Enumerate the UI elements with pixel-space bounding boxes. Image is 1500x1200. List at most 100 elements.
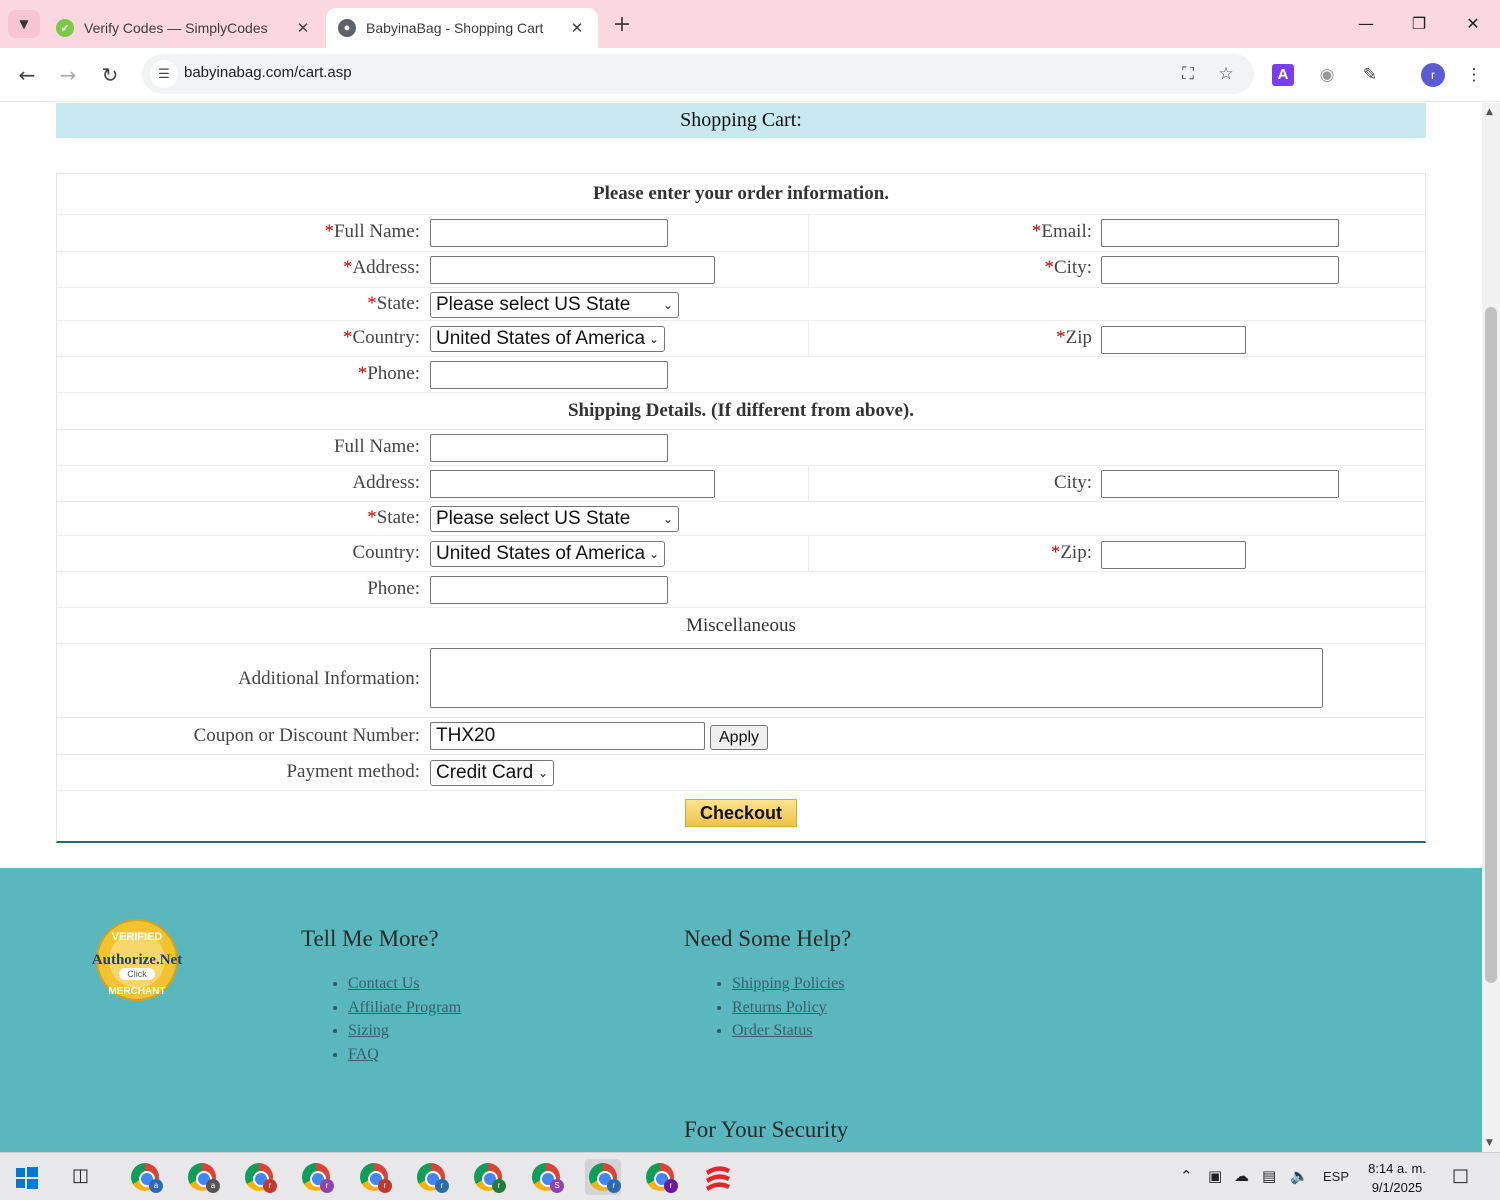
profile-avatar[interactable]: r (1421, 63, 1445, 87)
form-row: *State: Please select US State ⌄ (57, 502, 1425, 536)
footer-links-info: Contact Us Affiliate Program Sizing FAQ (330, 974, 461, 1068)
badge-bottom-text: MERCHANT (108, 986, 165, 997)
tab-search-button[interactable]: ▼ (8, 10, 40, 38)
address-label: *Address: (342, 257, 420, 278)
additional-info-textarea[interactable] (430, 648, 1323, 708)
contact-us-link[interactable]: Contact Us (348, 975, 420, 992)
taskbar-chrome-app[interactable]: r (470, 1159, 506, 1195)
translate-icon[interactable]: ⛶ (1176, 62, 1200, 86)
windows-start-icon[interactable] (16, 1167, 38, 1189)
taskbar-chrome-app[interactable]: a (184, 1159, 220, 1195)
state-label: *State: (367, 293, 420, 314)
ship-zip-input[interactable] (1101, 541, 1246, 569)
extensions-puzzle-icon[interactable]: ✎ (1357, 62, 1383, 88)
taskbar-chrome-app[interactable]: a (127, 1159, 163, 1195)
tab-simplycodes[interactable]: ✔ Verify Codes — SimplyCodes ✕ (44, 8, 324, 48)
tab-strip: ▼ ✔ Verify Codes — SimplyCodes ✕ ● Babyi… (0, 0, 1500, 48)
page-scrollbar[interactable]: ▲ ▼ (1482, 103, 1500, 1152)
network-icon[interactable]: ▤ (1262, 1167, 1276, 1185)
ship-state-select[interactable]: Please select US State ⌄ (430, 506, 679, 532)
scroll-down-icon[interactable]: ▼ (1486, 1138, 1493, 1148)
taskbar-chrome-app[interactable]: r (585, 1159, 621, 1195)
taskbar-chrome-app[interactable]: r (356, 1159, 392, 1195)
city-label: *City: (1044, 257, 1092, 278)
volume-icon[interactable]: 🔈 (1290, 1167, 1309, 1185)
faq-link[interactable]: FAQ (348, 1046, 379, 1063)
new-tab-button[interactable]: + (608, 12, 636, 40)
app-logo-icon (706, 1166, 730, 1191)
clock-date: 9/1/2025 (1371, 1180, 1423, 1195)
windows-taskbar: ◫ a a r r r r r Sr r ⌃ ▣ ☁ ▤ 🔈 ESP 8:14 a. m. 9/… (0, 1152, 1500, 1200)
country-select[interactable]: United States of America ⌄ (430, 326, 665, 352)
close-icon[interactable]: ✕ (294, 19, 312, 37)
list-item: Order Status (732, 1021, 844, 1041)
coupon-input[interactable]: THX20 (430, 722, 705, 750)
order-status-link[interactable]: Order Status (732, 1022, 812, 1039)
zip-label: *Zip (1056, 327, 1092, 348)
email-input[interactable] (1101, 219, 1339, 247)
meet-icon[interactable]: ▣ (1208, 1167, 1222, 1185)
profile-badge: r (664, 1179, 678, 1193)
payment-method-select[interactable]: Credit Card ⌄ (430, 760, 554, 786)
taskbar-chrome-app[interactable]: r (413, 1159, 449, 1195)
list-item: Sizing (348, 1021, 461, 1041)
tab-shopping-cart[interactable]: ● BabyinaBag - Shopping Cart ✕ (326, 8, 598, 48)
taskbar-app-red[interactable] (700, 1159, 736, 1195)
sizing-link[interactable]: Sizing (348, 1022, 389, 1039)
scroll-up-icon[interactable]: ▲ (1486, 107, 1493, 117)
address-bar[interactable]: ☰ babyinabag.com/cart.asp ⛶ ☆ (142, 54, 1254, 94)
scrollbar-thumb[interactable] (1485, 307, 1497, 983)
menu-kebab-icon[interactable]: ⋮ (1461, 62, 1487, 88)
affiliate-program-link[interactable]: Affiliate Program (348, 999, 461, 1016)
zip-input[interactable] (1101, 326, 1246, 354)
chevron-down-icon: ⌄ (648, 547, 659, 561)
extension-globe-icon[interactable]: ◉ (1314, 62, 1340, 88)
minimize-button[interactable]: — (1346, 8, 1386, 40)
misc-section-title: Miscellaneous (686, 615, 796, 636)
chevron-up-icon[interactable]: ⌃ (1180, 1167, 1193, 1185)
clock[interactable]: 8:14 a. m. 9/1/2025 (1360, 1159, 1434, 1197)
returns-policy-link[interactable]: Returns Policy (732, 999, 827, 1016)
shipping-policies-link[interactable]: Shipping Policies (732, 975, 844, 992)
full-name-input[interactable] (430, 219, 668, 247)
authorize-net-badge[interactable]: VERIFIED Authorize.Net Click MERCHANT (85, 918, 189, 1002)
site-footer: VERIFIED Authorize.Net Click MERCHANT Te… (0, 868, 1482, 1152)
taskbar-chrome-app[interactable]: r (241, 1159, 277, 1195)
address-input[interactable] (430, 256, 715, 284)
site-info-icon[interactable]: ☰ (150, 60, 178, 88)
ship-phone-input[interactable] (430, 576, 668, 604)
state-select[interactable]: Please select US State ⌄ (430, 292, 679, 318)
phone-input[interactable] (430, 361, 668, 389)
restore-button[interactable]: ❐ (1399, 8, 1439, 40)
notifications-icon[interactable]: □ (1452, 1165, 1469, 1186)
taskbar-chrome-app[interactable]: r (642, 1159, 678, 1195)
chevron-down-icon: ⌄ (662, 512, 673, 526)
form-row: *Full Name: *Email: (57, 215, 1425, 252)
ship-country-select[interactable]: United States of America ⌄ (430, 541, 665, 567)
apply-coupon-button[interactable]: Apply (710, 725, 769, 750)
forward-icon[interactable]: → (51, 58, 85, 92)
language-indicator[interactable]: ESP (1323, 1169, 1349, 1184)
taskbar-chrome-app[interactable]: S (528, 1159, 564, 1195)
checkout-button[interactable]: Checkout (685, 799, 797, 827)
ship-full-name-input[interactable] (430, 434, 668, 462)
taskbar-chrome-app[interactable]: r (298, 1159, 334, 1195)
form-row: Phone: (57, 572, 1425, 608)
extension-a-icon[interactable]: A (1272, 64, 1294, 86)
form-row: *Address: *City: (57, 252, 1425, 288)
city-input[interactable] (1101, 256, 1339, 284)
ship-zip-label: *Zip: (1050, 542, 1092, 563)
profile-badge: r (435, 1179, 449, 1193)
ship-address-input[interactable] (430, 470, 715, 498)
close-window-button[interactable]: ✕ (1453, 8, 1493, 40)
back-icon[interactable]: ← (10, 58, 44, 92)
url-text[interactable]: babyinabag.com/cart.asp (184, 64, 352, 81)
close-icon[interactable]: ✕ (568, 19, 586, 37)
reload-icon[interactable]: ↻ (93, 58, 127, 92)
form-row: Address: City: (57, 466, 1425, 502)
bookmark-star-icon[interactable]: ☆ (1214, 62, 1238, 86)
ship-city-input[interactable] (1101, 470, 1339, 498)
onedrive-cloud-icon[interactable]: ☁ (1234, 1167, 1249, 1185)
clock-time: 8:14 a. m. (1368, 1161, 1426, 1176)
task-view-icon[interactable]: ◫ (72, 1165, 89, 1186)
